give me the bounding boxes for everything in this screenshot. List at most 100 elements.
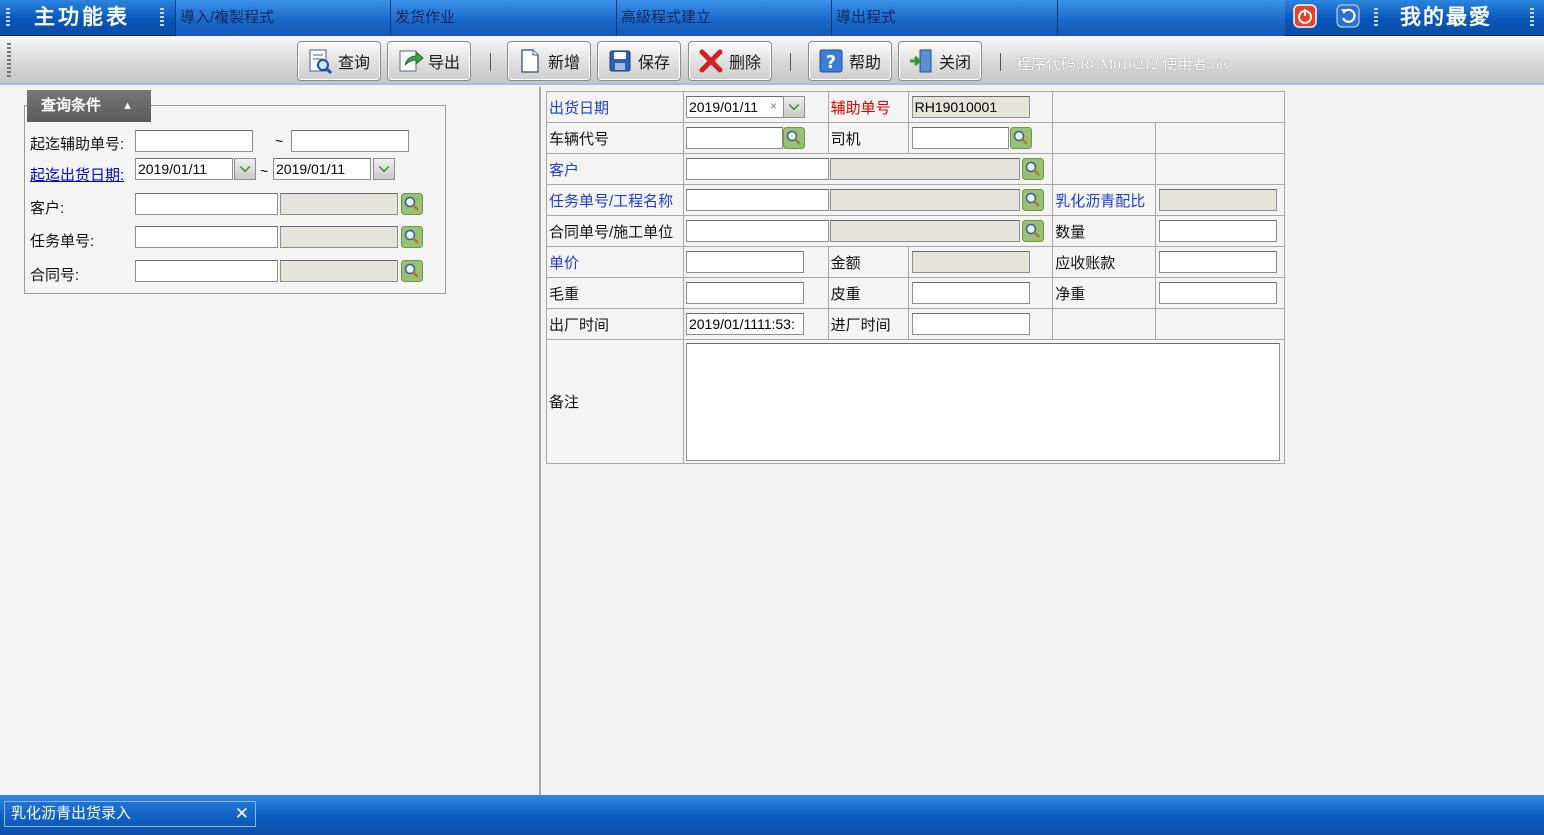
menu-grip[interactable] xyxy=(160,8,164,28)
power-icon[interactable] xyxy=(1292,3,1318,29)
chevron-down-icon[interactable] xyxy=(234,158,256,180)
favorites-grip[interactable] xyxy=(1374,8,1378,28)
task-no-input[interactable] xyxy=(135,226,278,248)
entry-time-label: 进厂时间 xyxy=(830,316,891,334)
search-icon[interactable] xyxy=(1021,220,1044,242)
entry-time-input[interactable] xyxy=(911,313,1030,335)
range-tilde: ~ xyxy=(275,133,284,149)
customer-label: 客户 xyxy=(549,161,580,179)
task-project-label: 任务单号/工程名称 xyxy=(549,192,674,210)
favorites-grip[interactable] xyxy=(1530,8,1534,28)
delete-icon xyxy=(699,49,723,73)
export-button[interactable]: 导出 xyxy=(387,41,471,81)
search-icon[interactable] xyxy=(401,226,423,248)
help-label: 帮助 xyxy=(849,55,882,72)
quantity-label: 数量 xyxy=(1055,223,1086,241)
help-button[interactable]: ? 帮助 xyxy=(808,41,892,81)
driver-input[interactable] xyxy=(911,127,1009,149)
delete-label: 删除 xyxy=(729,55,762,72)
tab-advanced-build[interactable]: 高級程式建立 xyxy=(616,0,831,36)
project-name-readonly xyxy=(829,189,1020,211)
range-tilde: ~ xyxy=(260,163,269,179)
ship-date-from-input[interactable]: 2019/01/11 xyxy=(135,158,233,180)
emulsion-ratio-label: 乳化沥青配比 xyxy=(1055,192,1146,210)
customer-code-input[interactable] xyxy=(685,158,829,180)
contract-no-input[interactable] xyxy=(135,260,278,282)
query-conditions-tab[interactable]: 查询条件 ▲ xyxy=(27,90,151,122)
collapse-caret-icon[interactable]: ▲ xyxy=(122,90,133,122)
amount-readonly xyxy=(911,251,1030,273)
query-label: 查询 xyxy=(338,55,371,72)
toolbar-grip[interactable] xyxy=(7,43,11,79)
tare-weight-input[interactable] xyxy=(911,282,1030,304)
add-button[interactable]: 新增 xyxy=(507,41,591,81)
net-weight-input[interactable] xyxy=(1159,282,1278,304)
main-menu-title[interactable]: 主功能表 xyxy=(34,0,130,36)
customer-code-input[interactable] xyxy=(135,193,278,215)
delete-button[interactable]: 删除 xyxy=(688,41,772,81)
open-window-label: 乳化沥青出货录入 xyxy=(11,805,132,822)
exit-time-label: 出厂时间 xyxy=(549,316,610,334)
aux-no-from-input[interactable] xyxy=(135,130,253,152)
ship-date-label: 出货日期 xyxy=(549,99,610,117)
program-info: 程序代码:RCM010212 使用者:ois xyxy=(1016,57,1229,73)
gross-weight-input[interactable] xyxy=(685,282,804,304)
search-icon[interactable] xyxy=(1021,158,1044,180)
shipment-entry-form: 出货日期 2019/01/11 × 辅助单号 RH19010001 车辆代号 司… xyxy=(546,91,1286,464)
search-icon[interactable] xyxy=(401,193,423,215)
favorites-title[interactable]: 我的最愛 xyxy=(1400,0,1492,36)
top-menu-bar: 主功能表 導入/複製程式 发货作业 高級程式建立 導出程式 我的最愛 xyxy=(0,0,1544,36)
contract-no-input[interactable] xyxy=(685,220,829,242)
construction-unit-readonly xyxy=(829,220,1020,242)
save-button[interactable]: 保存 xyxy=(597,41,681,81)
remark-label: 备注 xyxy=(549,394,580,411)
ship-date-range-link[interactable]: 起迄出货日期: xyxy=(30,164,124,185)
export-label: 导出 xyxy=(428,55,461,72)
tare-weight-label: 皮重 xyxy=(830,285,861,303)
vehicle-code-label: 车辆代号 xyxy=(549,130,610,148)
quantity-input[interactable] xyxy=(1159,220,1278,242)
query-icon xyxy=(309,49,333,75)
close-button[interactable]: 关闭 xyxy=(898,41,982,81)
refresh-icon[interactable] xyxy=(1335,3,1361,29)
tab-shipping[interactable]: 发货作业 xyxy=(390,0,616,36)
search-icon[interactable] xyxy=(1009,127,1032,149)
contract-no-label: 合同号: xyxy=(30,267,80,284)
add-label: 新增 xyxy=(548,55,581,72)
exit-time-input[interactable]: 2019/01/1111:53: xyxy=(685,313,804,335)
aux-no-value: RH19010001 xyxy=(911,96,1030,118)
vehicle-code-input[interactable] xyxy=(685,127,783,149)
task-no-input[interactable] xyxy=(685,189,829,211)
receivable-input[interactable] xyxy=(1159,251,1278,273)
search-icon[interactable] xyxy=(401,260,423,282)
bottom-task-bar: 乳化沥青出货录入 ✕ xyxy=(0,795,1544,835)
close-label: 关闭 xyxy=(939,55,972,72)
unit-price-input[interactable] xyxy=(685,251,804,273)
amount-label: 金额 xyxy=(830,254,861,272)
export-icon xyxy=(399,50,424,72)
contract-unit-label: 合同单号/施工单位 xyxy=(549,223,674,241)
task-name-readonly xyxy=(280,226,398,248)
tab-import-copy[interactable]: 導入/複製程式 xyxy=(175,0,390,36)
chevron-down-icon[interactable] xyxy=(782,96,805,118)
aux-no-to-input[interactable] xyxy=(291,130,409,152)
tab-export-program[interactable]: 導出程式 xyxy=(831,0,1057,36)
query-tab-label: 查询条件 xyxy=(41,97,102,114)
gross-weight-label: 毛重 xyxy=(549,285,580,303)
svg-text:?: ? xyxy=(826,52,836,73)
query-button[interactable]: 查询 xyxy=(297,41,381,81)
close-tab-icon[interactable]: ✕ xyxy=(235,802,249,826)
clear-x-icon[interactable]: × xyxy=(770,99,777,113)
menu-grip[interactable] xyxy=(6,8,10,28)
remark-textarea[interactable] xyxy=(685,343,1280,461)
chevron-down-icon[interactable] xyxy=(373,158,395,180)
unit-price-label: 单价 xyxy=(549,254,580,272)
ship-date-to-input[interactable]: 2019/01/11 xyxy=(273,158,371,180)
search-icon[interactable] xyxy=(782,127,805,149)
customer-name-readonly xyxy=(280,193,398,215)
search-icon[interactable] xyxy=(1021,189,1044,211)
new-document-icon xyxy=(521,49,539,73)
open-window-tab[interactable]: 乳化沥青出货录入 ✕ xyxy=(4,801,256,827)
tab-empty[interactable] xyxy=(1057,0,1285,36)
query-pane: 查询条件 ▲ 起迄辅助单号: ~ 起迄出货日期: 2019/01/11 ~ 20… xyxy=(0,87,541,795)
